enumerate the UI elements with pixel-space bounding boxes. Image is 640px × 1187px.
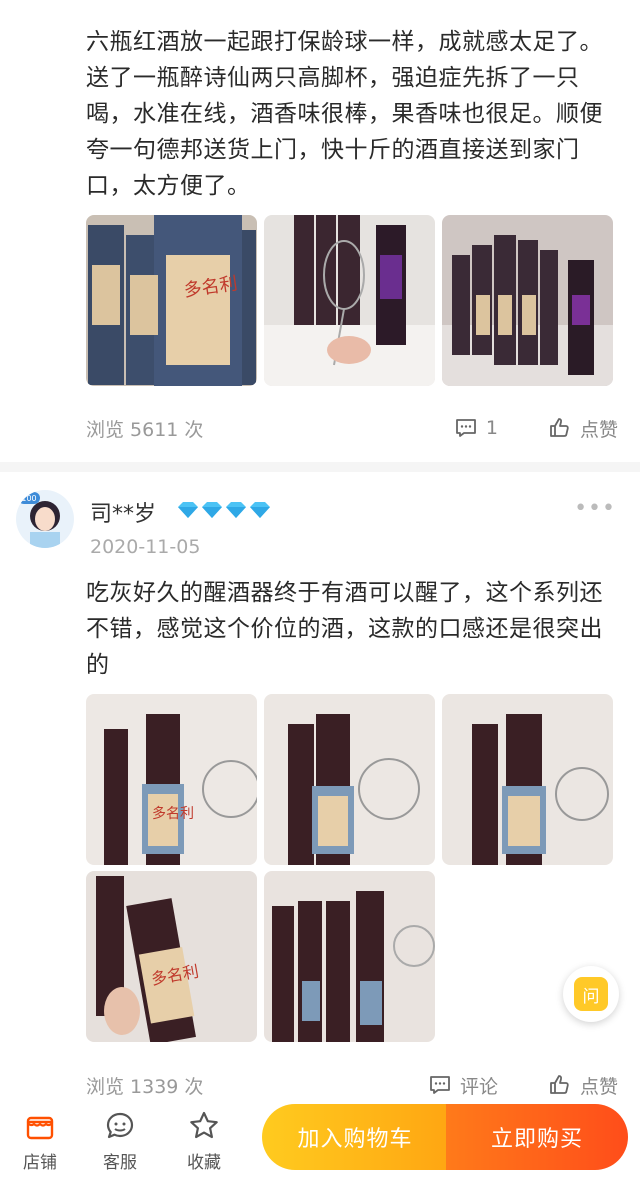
diamond-icon [178, 502, 198, 518]
star-icon [190, 1111, 218, 1139]
views-count: 浏览 1339 次 [86, 1075, 204, 1098]
like-label: 点赞 [579, 1075, 618, 1098]
ask-icon: 问 [574, 977, 608, 1011]
comment-icon [455, 419, 476, 437]
buy-now-button[interactable]: 立即购买 [446, 1104, 628, 1170]
more-options-icon[interactable]: ••• [574, 496, 616, 521]
review-date: 2020-11-05 [90, 536, 201, 558]
thumbs-up-icon [550, 1075, 569, 1094]
store-label: 店铺 [23, 1153, 57, 1173]
diamond-icon [226, 502, 246, 518]
tab-favorite[interactable]: 收藏 [174, 1110, 234, 1173]
avatar-badge: 100 [21, 494, 36, 503]
store-icon [26, 1116, 54, 1140]
views-count: 浏览 5611 次 [86, 418, 204, 441]
customer-service-icon [106, 1112, 134, 1139]
tab-store[interactable]: 店铺 [10, 1110, 70, 1173]
reviewer-name: 司**岁 [90, 502, 157, 527]
tab-customer-service[interactable]: 客服 [90, 1110, 150, 1173]
like-label: 点赞 [579, 418, 618, 441]
review-photo[interactable] [442, 694, 613, 865]
diamond-icon [250, 502, 270, 518]
diamond-icon [202, 502, 222, 518]
label-text-2: 多名利 [152, 805, 194, 822]
comment-button[interactable]: 1 [454, 416, 498, 440]
thumbs-up-icon [550, 418, 569, 437]
service-label: 客服 [103, 1153, 137, 1173]
section-divider [0, 462, 640, 472]
review-photo[interactable]: 多名利 [86, 694, 257, 865]
comment-label: 评论 [459, 1075, 498, 1098]
review-photo[interactable] [442, 215, 613, 386]
review-stats: 浏览 5611 次 1 点赞 [86, 413, 618, 443]
review-photo[interactable] [264, 871, 435, 1042]
member-level-badge [176, 500, 272, 520]
add-to-cart-button[interactable]: 加入购物车 [262, 1104, 448, 1170]
comment-icon [430, 1076, 450, 1094]
comment-count: 1 [485, 417, 498, 439]
comment-button[interactable]: 评论 [428, 1072, 498, 1099]
review-photo[interactable] [264, 694, 435, 865]
avatar[interactable]: 100 [16, 490, 74, 548]
like-button[interactable]: 点赞 [548, 415, 618, 442]
ask-question-button[interactable]: 问 [563, 966, 619, 1022]
favorite-label: 收藏 [187, 1153, 221, 1173]
review-text: 六瓶红酒放一起跟打保龄球一样，成就感太足了。送了一瓶醉诗仙两只高脚杯，强迫症先拆… [86, 29, 603, 199]
review-stats: 浏览 1339 次 评论 点赞 [86, 1070, 618, 1100]
review-text: 吃灰好久的醒酒器终于有酒可以醒了，这个系列还不错，感觉这个价位的酒，这款的口感还… [86, 580, 603, 678]
review-photo[interactable] [264, 215, 435, 386]
page: 六瓶红酒放一起跟打保龄球一样，成就感太足了。送了一瓶醉诗仙两只高脚杯，强迫症先拆… [0, 0, 640, 1187]
review-photo[interactable]: 多名利 [86, 215, 257, 386]
like-button[interactable]: 点赞 [548, 1072, 618, 1099]
review-photo[interactable]: 多名利 [86, 871, 257, 1042]
